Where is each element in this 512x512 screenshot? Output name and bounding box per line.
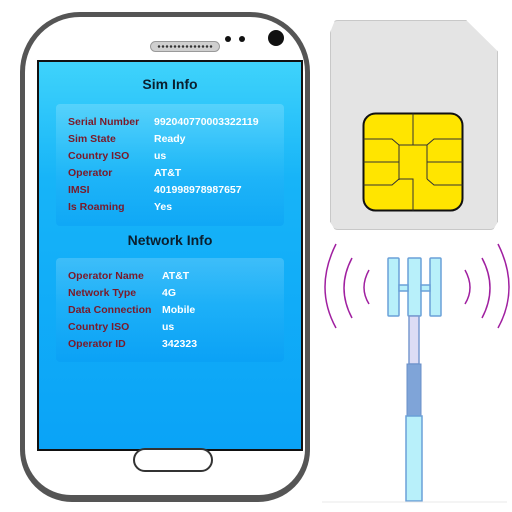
sim-info-title: Sim Info bbox=[142, 76, 198, 92]
sim-row-serial: Serial Number 992040770003322119 bbox=[68, 116, 259, 128]
row-label: Is Roaming bbox=[68, 201, 125, 213]
net-row-operator-name: Operator Name AT&T bbox=[68, 270, 189, 282]
row-value: us bbox=[154, 150, 167, 162]
row-value: Ready bbox=[154, 133, 186, 145]
row-label: Network Type bbox=[68, 287, 137, 299]
sim-info-card: Serial Number 992040770003322119 Sim Stat… bbox=[56, 104, 284, 226]
row-value: 992040770003322119 bbox=[154, 116, 259, 128]
net-row-network-type: Network Type 4G bbox=[68, 287, 176, 299]
row-value: Yes bbox=[154, 201, 173, 213]
row-value: AT&T bbox=[162, 270, 190, 282]
network-info-card: Operator Name AT&T Network Type 4G Data Co… bbox=[56, 258, 284, 362]
row-label: Serial Number bbox=[68, 116, 140, 128]
row-label: Country ISO bbox=[68, 321, 130, 333]
row-label: Sim State bbox=[68, 133, 116, 145]
row-value: Mobile bbox=[162, 304, 196, 316]
speaker-grille bbox=[150, 41, 220, 52]
row-value: AT&T bbox=[154, 167, 182, 179]
row-label: Operator ID bbox=[68, 338, 126, 350]
sim-row-country: Country ISO us bbox=[68, 150, 166, 162]
phone-body: Sim Info Serial Number 992040770003322119… bbox=[25, 17, 305, 495]
sensor-dot bbox=[239, 36, 245, 42]
row-label: Operator Name bbox=[68, 270, 144, 282]
phone-screen: Sim Info Serial Number 992040770003322119… bbox=[37, 60, 303, 451]
sim-row-operator: Operator AT&T bbox=[68, 167, 181, 179]
front-camera bbox=[268, 30, 284, 46]
sensor-dot bbox=[225, 36, 231, 42]
row-label: IMSI bbox=[68, 184, 90, 196]
row-value: us bbox=[162, 321, 175, 333]
sim-row-state: Sim State Ready bbox=[68, 133, 186, 145]
net-row-operator-id: Operator ID 342323 bbox=[68, 338, 197, 350]
sim-chip-icon bbox=[362, 112, 464, 212]
row-label: Country ISO bbox=[68, 150, 130, 162]
row-value: 4G bbox=[162, 287, 177, 299]
sim-row-roaming: Is Roaming Yes bbox=[68, 201, 172, 213]
network-info-title: Network Info bbox=[127, 232, 213, 248]
phone-frame: Sim Info Serial Number 992040770003322119… bbox=[20, 12, 310, 502]
net-row-data-connection: Data Connection Mobile bbox=[68, 304, 195, 316]
row-value: 342323 bbox=[162, 338, 198, 350]
row-value: 401998978987657 bbox=[154, 184, 242, 196]
cell-tower-icon bbox=[322, 243, 510, 503]
sim-row-imsi: IMSI 401998978987657 bbox=[68, 184, 242, 196]
home-button[interactable] bbox=[133, 448, 213, 472]
row-label: Data Connection bbox=[68, 304, 152, 316]
row-label: Operator bbox=[68, 167, 113, 179]
net-row-country: Country ISO us bbox=[68, 321, 174, 333]
